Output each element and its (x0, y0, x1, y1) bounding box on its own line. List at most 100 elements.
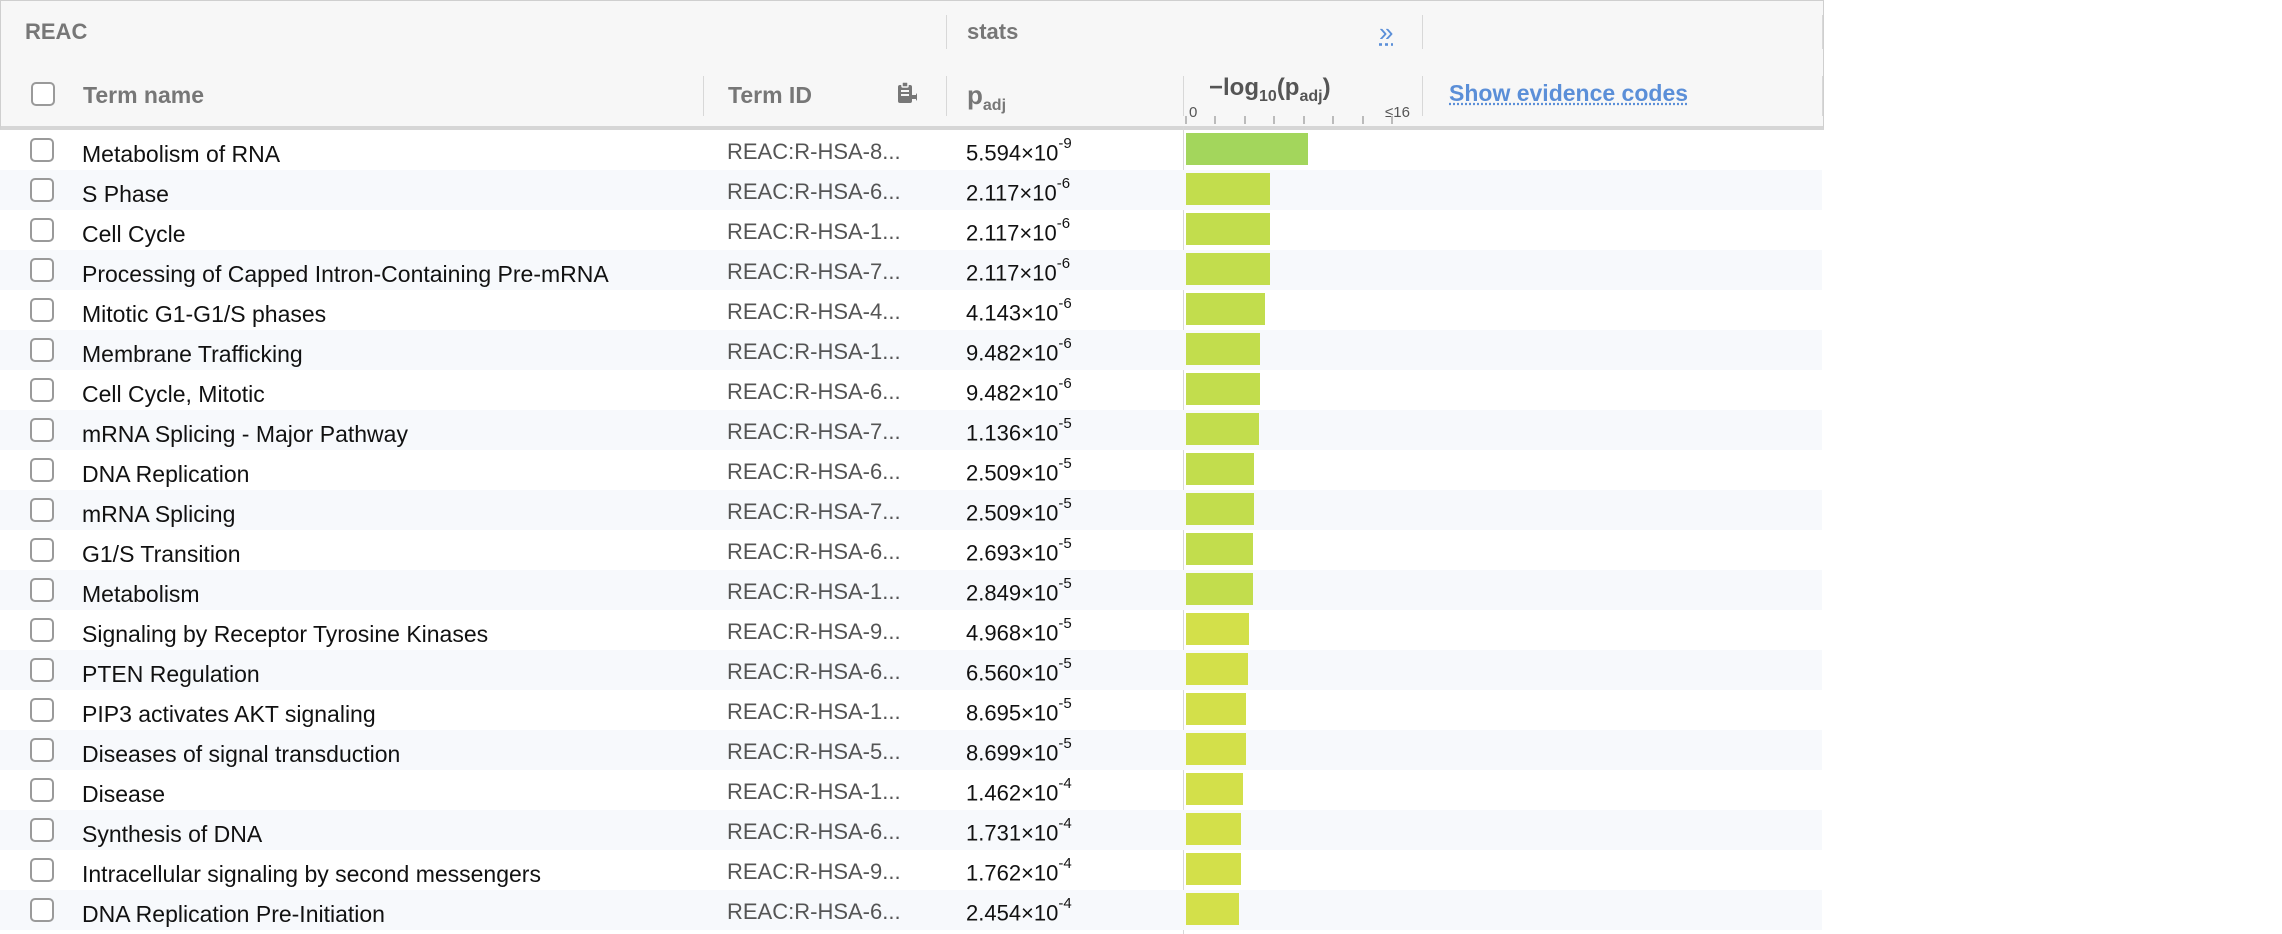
significance-bar[interactable] (1186, 373, 1260, 405)
table-row[interactable]: Diseases of signal transduction REAC:R-HS… (0, 730, 1822, 770)
term-id[interactable]: REAC:R-HSA-8... (727, 139, 901, 165)
term-name[interactable]: Metabolism of RNA (82, 141, 280, 168)
table-row[interactable]: Mitotic G1-G1/S phases REAC:R-HSA-4... 4.1… (0, 290, 1822, 330)
select-all-checkbox[interactable] (31, 82, 55, 106)
row-checkbox[interactable] (30, 298, 54, 322)
table-row[interactable]: mRNA Splicing - Major Pathway REAC:R-HSA-… (0, 410, 1822, 450)
row-checkbox[interactable] (30, 818, 54, 842)
show-evidence-codes-link[interactable]: Show evidence codes (1449, 80, 1688, 107)
significance-bar[interactable] (1186, 573, 1253, 605)
table-row[interactable]: Synthesis of DNA REAC:R-HSA-6... 1.731×10-… (0, 810, 1822, 850)
term-id[interactable]: REAC:R-HSA-1... (727, 339, 901, 365)
significance-bar[interactable] (1186, 533, 1253, 565)
table-row[interactable]: DNA Replication REAC:R-HSA-6... 2.509×10-5 (0, 450, 1822, 490)
term-name[interactable]: S Phase (82, 181, 169, 208)
term-name[interactable]: PIP3 activates AKT signaling (82, 701, 376, 728)
term-id[interactable]: REAC:R-HSA-1... (727, 579, 901, 605)
table-row[interactable]: Membrane Trafficking REAC:R-HSA-1... 9.482… (0, 330, 1822, 370)
term-name[interactable]: Intracellular signaling by second messen… (82, 861, 541, 888)
significance-bar[interactable] (1186, 333, 1260, 365)
term-name[interactable]: Membrane Trafficking (82, 341, 303, 368)
term-id[interactable]: REAC:R-HSA-4... (727, 299, 901, 325)
term-name[interactable]: Mitotic G1-G1/S phases (82, 301, 326, 328)
padj-header[interactable]: padj (967, 80, 1006, 115)
term-id[interactable]: REAC:R-HSA-1... (727, 779, 901, 805)
table-row[interactable]: Metabolism of RNA REAC:R-HSA-8... 5.594×10… (0, 130, 1822, 170)
row-checkbox[interactable] (30, 218, 54, 242)
term-name[interactable]: Disease (82, 781, 165, 808)
term-id[interactable]: REAC:R-HSA-7... (727, 419, 901, 445)
significance-bar[interactable] (1186, 493, 1254, 525)
row-checkbox[interactable] (30, 738, 54, 762)
term-id[interactable]: REAC:R-HSA-1... (727, 219, 901, 245)
row-checkbox[interactable] (30, 378, 54, 402)
term-id[interactable]: REAC:R-HSA-6... (727, 819, 901, 845)
significance-bar[interactable] (1186, 773, 1243, 805)
term-id-header[interactable]: Term ID (728, 82, 812, 109)
table-row[interactable]: Disease REAC:R-HSA-1... 1.462×10-4 (0, 770, 1822, 810)
significance-bar[interactable] (1186, 253, 1270, 285)
table-row[interactable]: PTEN Regulation REAC:R-HSA-6... 6.560×10-5 (0, 650, 1822, 690)
table-row[interactable]: DNA Replication Pre-Initiation REAC:R-HSA… (0, 890, 1822, 930)
significance-bar[interactable] (1186, 853, 1241, 885)
row-checkbox[interactable] (30, 338, 54, 362)
term-id[interactable]: REAC:R-HSA-7... (727, 499, 901, 525)
significance-bar[interactable] (1186, 453, 1254, 485)
significance-bar[interactable] (1186, 813, 1241, 845)
term-id[interactable]: REAC:R-HSA-7... (727, 259, 901, 285)
row-checkbox[interactable] (30, 778, 54, 802)
column-divider[interactable] (1183, 76, 1184, 116)
significance-bar[interactable] (1186, 693, 1246, 725)
row-checkbox[interactable] (30, 498, 54, 522)
term-name[interactable]: Metabolism (82, 581, 200, 608)
term-name[interactable]: DNA Replication Pre-Initiation (82, 901, 385, 928)
term-name[interactable]: mRNA Splicing (82, 501, 235, 528)
term-id[interactable]: REAC:R-HSA-6... (727, 179, 901, 205)
significance-bar[interactable] (1186, 893, 1239, 925)
significance-bar[interactable] (1186, 213, 1270, 245)
table-row[interactable]: Processing of Capped Intron-Containing P… (0, 250, 1822, 290)
term-name[interactable]: Processing of Capped Intron-Containing P… (82, 261, 609, 288)
term-id[interactable]: REAC:R-HSA-9... (727, 859, 901, 885)
row-checkbox[interactable] (30, 658, 54, 682)
term-name[interactable]: DNA Replication (82, 461, 249, 488)
term-id[interactable]: REAC:R-HSA-6... (727, 459, 901, 485)
table-row[interactable]: mRNA Splicing REAC:R-HSA-7... 2.509×10-5 (0, 490, 1822, 530)
row-checkbox[interactable] (30, 138, 54, 162)
term-name[interactable]: Cell Cycle (82, 221, 186, 248)
term-id[interactable]: REAC:R-HSA-6... (727, 899, 901, 925)
row-checkbox[interactable] (30, 698, 54, 722)
significance-bar[interactable] (1186, 653, 1248, 685)
significance-bar[interactable] (1186, 413, 1259, 445)
row-checkbox[interactable] (30, 858, 54, 882)
table-row[interactable]: Metabolism REAC:R-HSA-1... 2.849×10-5 (0, 570, 1822, 610)
significance-bar[interactable] (1186, 733, 1246, 765)
table-row[interactable]: Intracellular signaling by second messen… (0, 850, 1822, 890)
row-checkbox[interactable] (30, 458, 54, 482)
table-row[interactable]: Signaling by Receptor Tyrosine Kinases RE… (0, 610, 1822, 650)
significance-bar[interactable] (1186, 613, 1249, 645)
term-name[interactable]: Synthesis of DNA (82, 821, 262, 848)
expand-columns-icon[interactable]: » (1379, 17, 1393, 48)
term-name[interactable]: mRNA Splicing - Major Pathway (82, 421, 408, 448)
term-id[interactable]: REAC:R-HSA-1... (727, 699, 901, 725)
term-name[interactable]: Cell Cycle, Mitotic (82, 381, 265, 408)
table-row[interactable]: S Phase REAC:R-HSA-6... 2.117×10-6 (0, 170, 1822, 210)
significance-bar[interactable] (1186, 293, 1265, 325)
row-checkbox[interactable] (30, 178, 54, 202)
term-id[interactable]: REAC:R-HSA-9... (727, 619, 901, 645)
term-name-header[interactable]: Term name (83, 82, 204, 109)
column-divider[interactable] (703, 76, 704, 116)
term-id[interactable]: REAC:R-HSA-5... (727, 739, 901, 765)
row-checkbox[interactable] (30, 578, 54, 602)
term-name[interactable]: PTEN Regulation (82, 661, 260, 688)
term-name[interactable]: Signaling by Receptor Tyrosine Kinases (82, 621, 488, 648)
row-checkbox[interactable] (30, 618, 54, 642)
table-row[interactable]: G1/S Transition REAC:R-HSA-6... 2.693×10-5 (0, 530, 1822, 570)
significance-bar[interactable] (1186, 173, 1270, 205)
term-name[interactable]: G1/S Transition (82, 541, 241, 568)
table-row[interactable]: PIP3 activates AKT signaling REAC:R-HSA-1… (0, 690, 1822, 730)
table-row[interactable]: Cell Cycle REAC:R-HSA-1... 2.117×10-6 (0, 210, 1822, 250)
row-checkbox[interactable] (30, 898, 54, 922)
term-id[interactable]: REAC:R-HSA-6... (727, 379, 901, 405)
